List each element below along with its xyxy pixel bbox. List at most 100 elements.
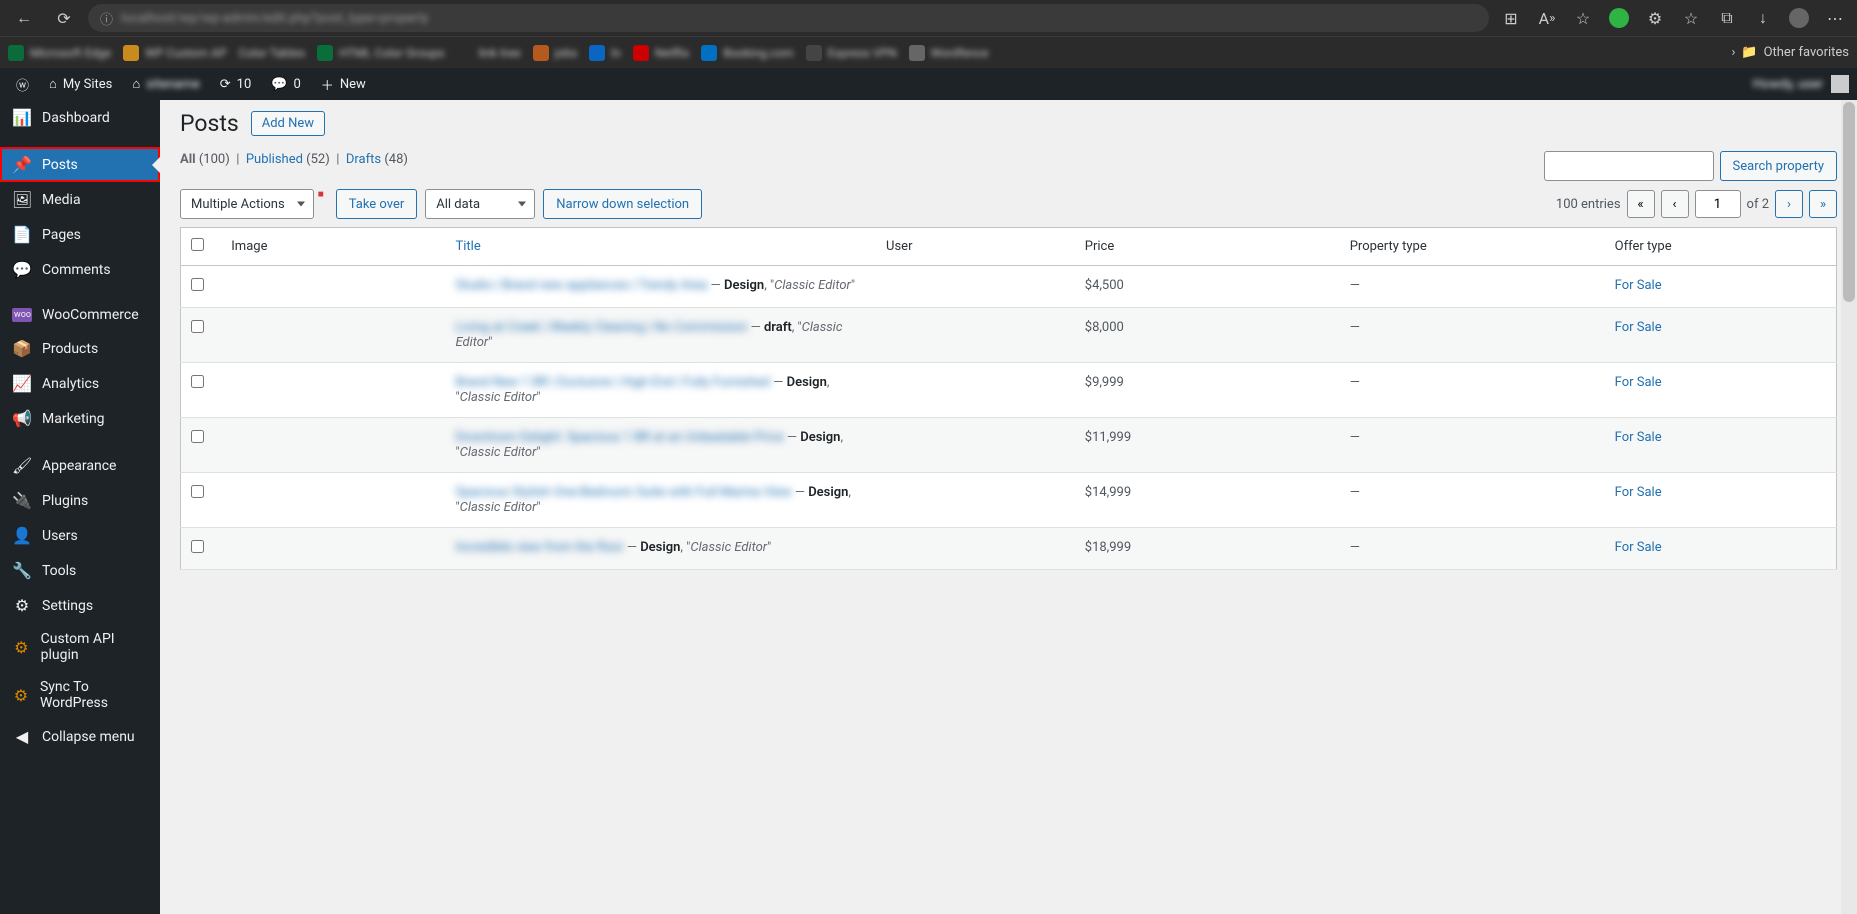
- sidebar-item-settings[interactable]: ⚙Settings: [0, 588, 160, 623]
- last-page-button[interactable]: »: [1809, 190, 1837, 218]
- sidebar-item-custom-api[interactable]: ⚙Custom API plugin: [0, 623, 160, 671]
- menu-icon[interactable]: ⋯: [1821, 4, 1849, 32]
- sidebar-item-dashboard[interactable]: 📊Dashboard: [0, 100, 160, 135]
- ptype-cell: —: [1340, 528, 1605, 570]
- add-new-button[interactable]: Add New: [251, 111, 325, 136]
- update-icon: ⟳: [220, 77, 231, 92]
- url-bar[interactable]: ⓘ localhost/wp/wp-admin/edit.php?post_ty…: [88, 4, 1489, 32]
- sidebar-item-analytics[interactable]: 📈Analytics: [0, 366, 160, 401]
- sidebar-item-media[interactable]: 🖼Media: [0, 182, 160, 217]
- url-text: localhost/wp/wp-admin/edit.php?post_type…: [121, 11, 429, 26]
- all-data-dropdown[interactable]: All data: [425, 189, 535, 219]
- collections-icon[interactable]: ⧉: [1713, 4, 1741, 32]
- ptype-cell: —: [1340, 308, 1605, 363]
- post-title-link[interactable]: Spacious Stylish One-Bedroom Suite with …: [456, 485, 792, 500]
- row-checkbox[interactable]: [191, 485, 204, 498]
- plugin-icon: 🔌: [12, 491, 32, 510]
- other-favorites[interactable]: › 📁 Other favorites: [1731, 45, 1849, 60]
- prev-page-button[interactable]: ‹: [1661, 190, 1689, 218]
- scrollbar-thumb[interactable]: [1843, 102, 1855, 302]
- filter-all-label[interactable]: All: [180, 152, 196, 167]
- price-cell: $4,500: [1075, 266, 1340, 308]
- scrollbar[interactable]: [1841, 100, 1857, 914]
- sidebar-item-users[interactable]: 👤Users: [0, 518, 160, 553]
- take-over-button[interactable]: Take over: [336, 189, 418, 219]
- offer-type-link[interactable]: For Sale: [1615, 278, 1662, 293]
- sidebar-item-posts[interactable]: 📌Posts: [0, 147, 160, 182]
- offer-type-link[interactable]: For Sale: [1615, 320, 1662, 335]
- comments-count[interactable]: 💬0: [263, 68, 309, 100]
- bookmark-item[interactable]: WP Custom AP: [123, 45, 226, 61]
- row-checkbox[interactable]: [191, 430, 204, 443]
- downloads-icon[interactable]: ↓: [1749, 4, 1777, 32]
- first-page-button[interactable]: «: [1627, 190, 1655, 218]
- bookmark-item[interactable]: ln: [589, 45, 621, 61]
- sidebar-item-woocommerce[interactable]: wooWooCommerce: [0, 299, 160, 331]
- grid-icon[interactable]: ⊞: [1497, 4, 1525, 32]
- sidebar-item-appearance[interactable]: 🖌Appearance: [0, 448, 160, 483]
- home-icon: ⌂: [132, 76, 140, 92]
- bookmark-item[interactable]: Color Tables: [239, 46, 305, 60]
- page-input[interactable]: [1695, 190, 1741, 218]
- narrow-selection-button[interactable]: Narrow down selection: [543, 189, 702, 219]
- avatar[interactable]: [1831, 75, 1849, 93]
- new-content[interactable]: ＋New: [313, 68, 374, 100]
- sidebar-item-tools[interactable]: 🔧Tools: [0, 553, 160, 588]
- bookmark-item[interactable]: Netflix: [633, 45, 690, 61]
- refresh-button[interactable]: ⟳: [48, 4, 80, 32]
- bookmark-item[interactable]: HTML Color Groups: [317, 45, 444, 61]
- wp-logo[interactable]: ⓦ: [8, 68, 37, 100]
- col-title[interactable]: Title: [446, 228, 877, 266]
- post-title-link[interactable]: Downtown Delight: Spacious 1 BR at an Un…: [456, 430, 784, 445]
- post-title-link[interactable]: Brand New 1 BR | Exclusive | High End | …: [456, 375, 771, 390]
- favorites-icon[interactable]: ☆: [1677, 4, 1705, 32]
- sidebar-item-marketing[interactable]: 📢Marketing: [0, 401, 160, 436]
- sidebar-item-plugins[interactable]: 🔌Plugins: [0, 483, 160, 518]
- pagination: 100 entries « ‹ of 2 › »: [1556, 190, 1837, 218]
- next-page-button[interactable]: ›: [1775, 190, 1803, 218]
- post-title-link[interactable]: Living at Creek | Weekly Cleaning | No C…: [456, 320, 748, 335]
- offer-type-link[interactable]: For Sale: [1615, 540, 1662, 555]
- table-row: Downtown Delight: Spacious 1 BR at an Un…: [181, 418, 1837, 473]
- updates-count[interactable]: ⟳10: [212, 68, 260, 100]
- read-aloud-icon[interactable]: A»: [1533, 4, 1561, 32]
- grammarly-icon[interactable]: [1605, 4, 1633, 32]
- post-title-link[interactable]: Incredible view from the floor: [456, 540, 624, 555]
- price-cell: $8,000: [1075, 308, 1340, 363]
- bookmark-item[interactable]: Booking.com: [701, 45, 793, 61]
- offer-type-link[interactable]: For Sale: [1615, 375, 1662, 390]
- sidebar-item-comments[interactable]: 💬Comments: [0, 252, 160, 287]
- my-sites[interactable]: ⌂My Sites: [41, 68, 120, 100]
- select-all-checkbox[interactable]: [191, 238, 204, 251]
- bookmark-item[interactable]: link tree: [456, 45, 520, 61]
- status-text: Design: [800, 430, 840, 445]
- row-checkbox[interactable]: [191, 375, 204, 388]
- back-button[interactable]: ←: [8, 4, 40, 32]
- row-checkbox[interactable]: [191, 278, 204, 291]
- bookmark-item[interactable]: Microsoft Edge: [8, 45, 111, 61]
- site-home[interactable]: ⌂sitename: [124, 68, 207, 100]
- bookmark-item[interactable]: Wordfence: [909, 45, 989, 61]
- multiple-actions-dropdown[interactable]: Multiple Actions: [180, 189, 314, 219]
- profile-icon[interactable]: [1785, 4, 1813, 32]
- bookmark-item[interactable]: jobs: [533, 45, 578, 61]
- row-checkbox[interactable]: [191, 320, 204, 333]
- sidebar-collapse[interactable]: ◀Collapse menu: [0, 719, 160, 754]
- sidebar-item-sync-wp[interactable]: ⚙Sync To WordPress: [0, 671, 160, 719]
- filter-published[interactable]: Published: [246, 152, 303, 167]
- sidebar-item-products[interactable]: 📦Products: [0, 331, 160, 366]
- search-input[interactable]: [1544, 151, 1714, 181]
- ptype-cell: —: [1340, 363, 1605, 418]
- bookmark-item[interactable]: Express VPN: [806, 45, 897, 61]
- offer-type-link[interactable]: For Sale: [1615, 485, 1662, 500]
- status-text: Design: [640, 540, 680, 555]
- search-button[interactable]: Search property: [1720, 151, 1837, 181]
- extensions-icon[interactable]: ⚙: [1641, 4, 1669, 32]
- col-offer-type: Offer type: [1605, 228, 1837, 266]
- post-title-link[interactable]: Studio | Brand new appliances | Trendy A…: [456, 278, 708, 293]
- favorite-star-icon[interactable]: ☆: [1569, 4, 1597, 32]
- filter-drafts[interactable]: Drafts: [346, 152, 381, 167]
- offer-type-link[interactable]: For Sale: [1615, 430, 1662, 445]
- row-checkbox[interactable]: [191, 540, 204, 553]
- sidebar-item-pages[interactable]: 📄Pages: [0, 217, 160, 252]
